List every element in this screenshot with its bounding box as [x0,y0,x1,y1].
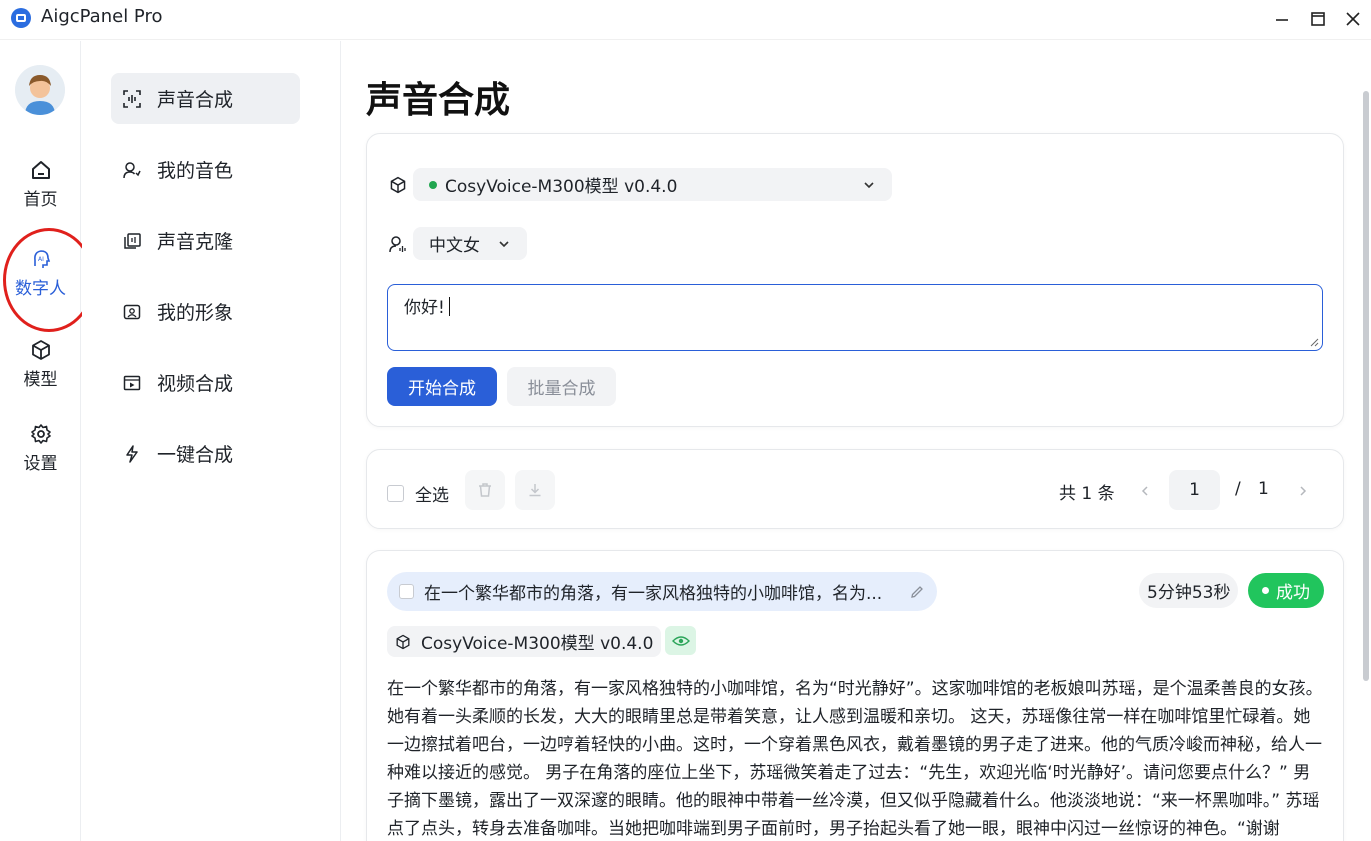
task-title-pill[interactable]: 在一个繁华都市的角落，有一家风格独特的小咖啡馆，名为... [387,572,937,611]
subnav-label: 视频合成 [157,373,234,395]
user-avatar[interactable] [15,65,65,115]
nav-home[interactable]: 首页 [0,159,81,210]
text-input-value: 你好! [404,298,445,318]
resize-handle-icon[interactable] [1309,337,1319,347]
lightning-icon [123,444,141,463]
user-voice-icon [123,161,141,179]
nvidia-eye-icon [671,635,690,646]
list-toolbar-card: 全选 共 1 条 1 / 1 [366,449,1344,529]
scan-voice-icon [123,89,141,108]
nav-settings[interactable]: 设置 [0,423,81,474]
subnav-my-voices[interactable]: 我的音色 [111,144,300,195]
home-icon [31,161,50,179]
status-label: 成功 [1276,583,1310,603]
page-number-input[interactable]: 1 [1169,470,1220,510]
total-count: 共 1 条 [1059,484,1115,504]
task-model-label: CosyVoice-M300模型 v0.4.0 [421,634,654,654]
main-scrollbar[interactable] [1363,91,1369,681]
text-input[interactable]: 你好! [387,284,1323,351]
user-voice-icon [389,235,406,252]
chevron-down-icon [864,181,874,188]
start-synthesis-button[interactable]: 开始合成 [387,367,497,406]
status-badge: 成功 [1248,573,1324,608]
cube-icon [390,176,406,193]
status-dot [1262,587,1269,594]
gpu-badge [665,626,696,655]
task-model-tag: CosyVoice-M300模型 v0.4.0 [387,626,662,657]
app-logo-icon [11,8,31,28]
maximize-icon[interactable] [1305,7,1331,31]
subnav-one-click[interactable]: 一键合成 [111,428,300,479]
gear-icon [30,424,51,444]
close-icon[interactable] [1340,7,1366,31]
task-checkbox[interactable] [399,584,414,599]
subnav-label: 声音合成 [157,89,234,111]
delete-button[interactable] [465,470,505,510]
nav-settings-label: 设置 [23,454,58,474]
page-separator: / [1235,479,1241,499]
chevron-left-icon[interactable] [1138,484,1152,498]
chevron-right-icon[interactable] [1296,484,1310,498]
main-content: 声音合成 CosyVoice-M300模型 v0.4.0 中文女 你好! 开始合… [342,41,1371,841]
page-title: 声音合成 [366,80,511,121]
voice-select-value: 中文女 [429,236,480,256]
subnav-my-avatar[interactable]: 我的形象 [111,286,300,337]
secondary-sidebar: 声音合成 我的音色 声音克隆 我的形象 视频合成 一键合成 [82,41,341,841]
nav-model-label: 模型 [23,370,58,390]
online-status-dot [429,180,437,189]
download-icon [529,484,541,497]
subnav-video-synthesis[interactable]: 视频合成 [111,357,300,408]
clone-icon [123,232,141,250]
total-pages: 1 [1258,479,1269,499]
select-all[interactable]: 全选 [387,481,449,506]
minimize-icon[interactable] [1269,7,1295,31]
batch-synthesis-button[interactable]: 批量合成 [507,367,616,406]
synthesis-form-card: CosyVoice-M300模型 v0.4.0 中文女 你好! 开始合成 批量合… [366,133,1344,427]
cube-icon [31,340,50,360]
subnav-voice-synthesis[interactable]: 声音合成 [111,73,300,124]
model-select[interactable]: CosyVoice-M300模型 v0.4.0 [413,168,892,201]
subnav-label: 我的音色 [157,160,234,182]
edit-icon[interactable] [909,584,925,600]
trash-icon [479,483,491,497]
voice-row: 中文女 [389,227,527,260]
model-row: CosyVoice-M300模型 v0.4.0 [389,168,892,201]
task-title: 在一个繁华都市的角落，有一家风格独特的小咖啡馆，名为... [424,584,883,604]
nav-home-label: 首页 [23,190,58,210]
model-select-value: CosyVoice-M300模型 v0.4.0 [445,177,678,197]
select-all-label: 全选 [415,486,449,506]
subnav-label: 我的形象 [157,302,234,324]
subnav-voice-clone[interactable]: 声音克隆 [111,215,300,266]
select-all-checkbox[interactable] [387,485,404,502]
cube-icon [396,634,410,649]
app-title: AigcPanel Pro [41,6,163,27]
avatar-frame-icon [123,303,141,321]
title-bar: AigcPanel Pro [0,0,1371,40]
chevron-down-icon [499,240,509,247]
task-text: 在一个繁华都市的角落，有一家风格独特的小咖啡馆，名为“时光静好”。这家咖啡馆的老… [387,679,1323,839]
primary-sidebar: 首页 AI 数字人 模型 设置 [0,41,81,841]
download-button[interactable] [515,470,555,510]
subnav-label: 声音克隆 [157,231,234,253]
nav-model[interactable]: 模型 [0,339,81,390]
video-icon [123,374,141,392]
text-cursor [448,297,450,316]
task-card: 在一个繁华都市的角落，有一家风格独特的小咖啡馆，名为... 5分钟53秒 成功 … [366,550,1344,841]
task-duration: 5分钟53秒 [1139,573,1239,608]
subnav-label: 一键合成 [157,444,234,466]
voice-select[interactable]: 中文女 [413,227,527,260]
